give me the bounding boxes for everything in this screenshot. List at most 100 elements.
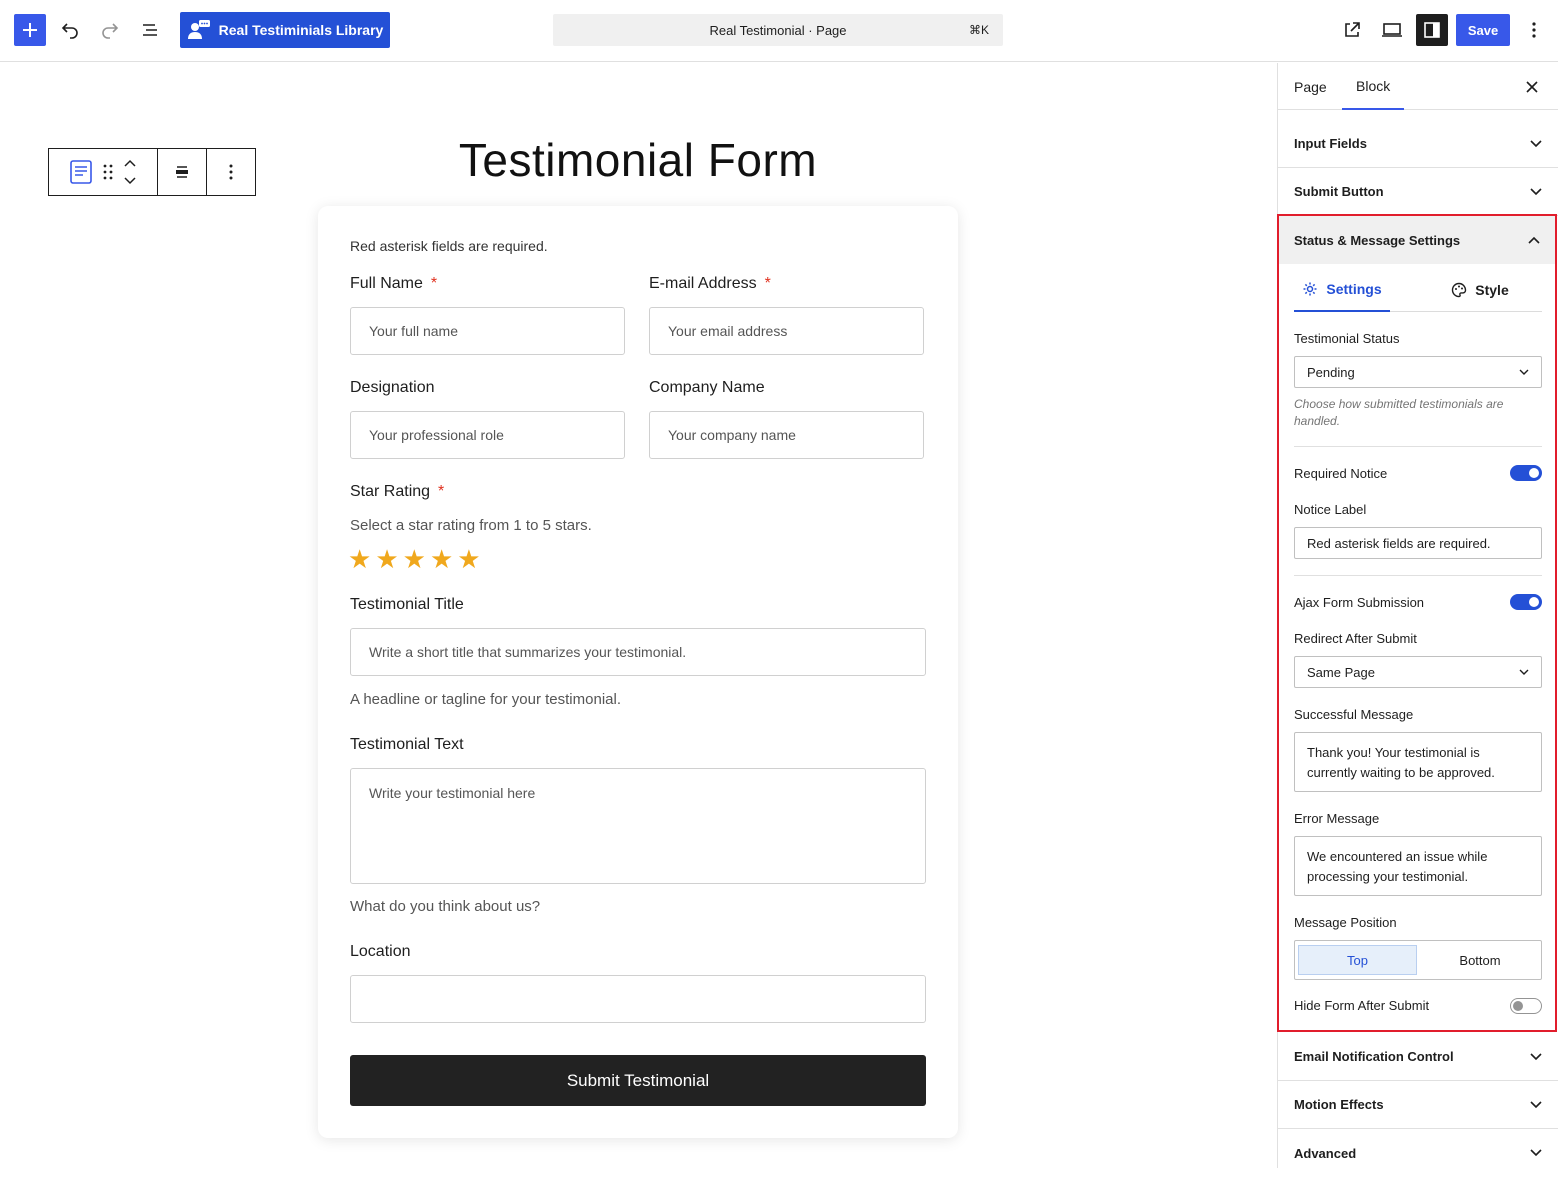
library-button-label: Real Testiminials Library xyxy=(218,22,384,38)
tab-page[interactable]: Page xyxy=(1294,63,1327,110)
testimonial-text-help: What do you think about us? xyxy=(350,898,541,915)
required-asterisk: * xyxy=(438,483,445,500)
testimonial-title-input[interactable]: Write a short title that summarizes your… xyxy=(350,628,926,676)
panel-title: Motion Effects xyxy=(1294,1097,1384,1112)
document-overview-button[interactable] xyxy=(134,14,166,46)
subtab-style[interactable]: Style xyxy=(1432,268,1528,312)
kebab-icon xyxy=(229,164,233,180)
required-asterisk: * xyxy=(764,275,771,292)
error-message-textarea[interactable]: We encountered an issue while processing… xyxy=(1294,836,1542,896)
email-label-text: E-mail Address xyxy=(649,275,757,292)
full-name-label-text: Full Name xyxy=(350,275,423,292)
star-icon[interactable]: ★ xyxy=(430,544,453,575)
position-top-option[interactable]: Top xyxy=(1298,945,1417,975)
panel-advanced[interactable]: Advanced xyxy=(1278,1129,1558,1177)
notice-label-input[interactable]: Red asterisk fields are required. xyxy=(1294,527,1542,559)
star-icon[interactable]: ★ xyxy=(348,544,371,575)
star-icon[interactable]: ★ xyxy=(375,544,398,575)
add-block-button[interactable] xyxy=(14,14,46,46)
gear-icon xyxy=(1303,282,1317,296)
redo-button[interactable] xyxy=(94,14,126,46)
library-button[interactable]: Real Testiminials Library xyxy=(180,12,390,48)
full-name-label: Full Name * xyxy=(350,275,437,293)
subtab-settings[interactable]: Settings xyxy=(1294,268,1390,312)
testimonial-status-label: Testimonial Status xyxy=(1294,331,1400,346)
notice-label-label: Notice Label xyxy=(1294,502,1367,517)
redirect-select[interactable]: Same Page xyxy=(1294,656,1542,688)
command-palette-bar[interactable]: Real Testimonial · Page ⌘K xyxy=(553,14,1003,46)
success-message-label: Successful Message xyxy=(1294,707,1414,722)
designation-input[interactable]: Your professional role xyxy=(350,411,625,459)
chevron-down-icon xyxy=(1519,669,1529,675)
message-position-control: Top Bottom xyxy=(1294,940,1542,980)
company-input[interactable]: Your company name xyxy=(649,411,924,459)
panel-input-fields[interactable]: Input Fields xyxy=(1278,120,1558,168)
kebab-icon xyxy=(1532,22,1536,38)
hide-form-toggle[interactable] xyxy=(1510,998,1542,1014)
panel-title: Input Fields xyxy=(1294,136,1367,151)
star-rating-label-text: Star Rating xyxy=(350,483,431,500)
move-up-down-icon[interactable] xyxy=(123,159,137,185)
position-bottom-option[interactable]: Bottom xyxy=(1421,945,1539,975)
email-label: E-mail Address * xyxy=(649,275,771,293)
editor-canvas: Testimonial Form Red asterisk fields are… xyxy=(0,63,1277,1168)
block-toolbar xyxy=(48,148,256,196)
palette-icon xyxy=(1452,282,1467,298)
form-title[interactable]: Testimonial Form xyxy=(318,133,958,187)
panel-submit-button[interactable]: Submit Button xyxy=(1278,168,1558,216)
submit-testimonial-button[interactable]: Submit Testimonial xyxy=(350,1055,926,1106)
required-asterisk: * xyxy=(430,275,438,292)
redirect-label: Redirect After Submit xyxy=(1294,631,1417,646)
panel-motion-effects[interactable]: Motion Effects xyxy=(1278,1081,1558,1129)
save-button[interactable]: Save xyxy=(1456,14,1510,46)
ajax-submission-toggle[interactable] xyxy=(1510,594,1542,610)
block-options-button[interactable] xyxy=(207,149,255,195)
required-notice-label: Required Notice xyxy=(1294,466,1388,481)
user-chat-icon xyxy=(187,20,210,39)
error-message-label: Error Message xyxy=(1294,811,1380,826)
testimonial-status-select[interactable]: Pending xyxy=(1294,356,1542,388)
undo-button[interactable] xyxy=(54,14,86,46)
panel-status-message-settings[interactable]: Status & Message Settings xyxy=(1279,216,1555,264)
select-value: Pending xyxy=(1307,364,1355,380)
redo-icon xyxy=(102,23,119,39)
shortcut-hint: ⌘K xyxy=(968,23,989,37)
close-sidebar-button[interactable] xyxy=(1526,63,1538,110)
star-rating-label: Star Rating * xyxy=(350,483,444,501)
email-input[interactable]: Your email address xyxy=(649,307,924,355)
panel-title: Status & Message Settings xyxy=(1294,232,1461,248)
location-input[interactable] xyxy=(350,975,926,1023)
external-link-icon xyxy=(1345,22,1360,37)
align-button[interactable] xyxy=(158,149,207,195)
panel-email-notification[interactable]: Email Notification Control xyxy=(1278,1033,1558,1081)
location-label: Location xyxy=(350,943,411,960)
drag-handle-icon[interactable] xyxy=(103,164,113,180)
settings-sidebar-toggle[interactable] xyxy=(1416,14,1448,46)
subtab-style-label: Style xyxy=(1475,282,1509,298)
star-icon[interactable]: ★ xyxy=(457,544,480,575)
star-icon[interactable]: ★ xyxy=(403,544,426,575)
panel-title: Email Notification Control xyxy=(1294,1049,1454,1064)
tab-page-label: Page xyxy=(1294,78,1327,95)
required-notice-toggle[interactable] xyxy=(1510,465,1542,481)
tab-block[interactable]: Block xyxy=(1342,63,1405,110)
device-preview-button[interactable] xyxy=(1376,14,1408,46)
plus-icon xyxy=(23,23,37,37)
success-message-textarea[interactable]: Thank you! Your testimonial is currently… xyxy=(1294,732,1542,792)
testimonial-text-label: Testimonial Text xyxy=(350,736,464,753)
testimonial-status-help: Choose how submitted testimonials are ha… xyxy=(1294,397,1504,428)
star-rating-input[interactable]: ★ ★ ★ ★ ★ xyxy=(348,544,481,575)
testimonial-title-label: Testimonial Title xyxy=(350,596,464,613)
options-menu-button[interactable] xyxy=(1518,14,1550,46)
star-rating-help: Select a star rating from 1 to 5 stars. xyxy=(350,517,592,534)
full-name-input[interactable]: Your full name xyxy=(350,307,625,355)
close-icon xyxy=(1526,80,1538,93)
block-form-icon[interactable] xyxy=(69,159,93,185)
panel-title: Submit Button xyxy=(1294,184,1384,199)
testimonial-text-textarea[interactable]: Write your testimonial here xyxy=(350,768,926,884)
chevron-down-icon xyxy=(1519,369,1529,375)
testimonial-title-help: A headline or tagline for your testimoni… xyxy=(350,691,621,708)
view-page-button[interactable] xyxy=(1336,14,1368,46)
select-value: Same Page xyxy=(1307,664,1375,680)
testimonial-form: Red asterisk fields are required. Full N… xyxy=(318,206,958,1138)
